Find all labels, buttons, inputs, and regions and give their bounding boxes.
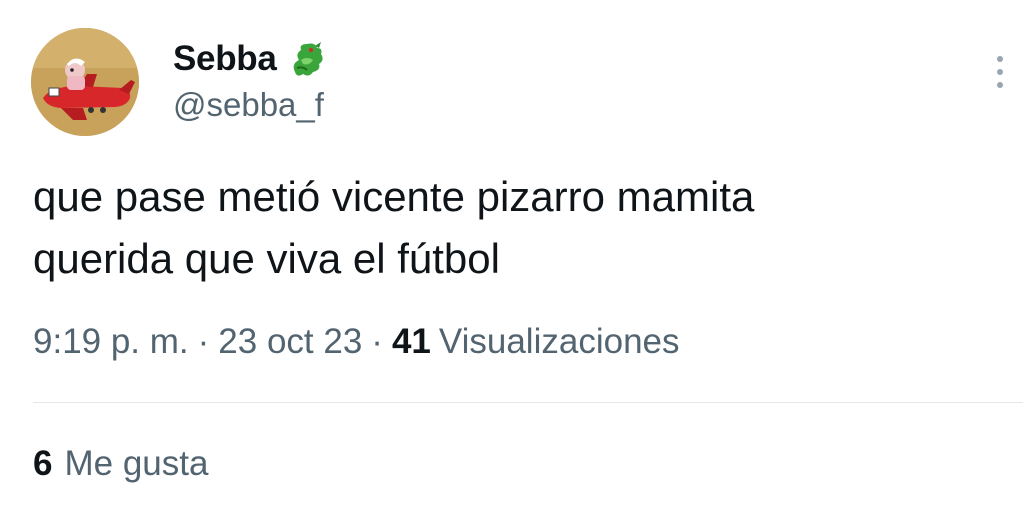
more-vertical-icon-dot	[997, 82, 1003, 88]
dragon-icon	[287, 38, 327, 80]
tweet-text: que pase metió vicente pizarro mamita qu…	[33, 173, 755, 282]
tweet-card: Sebba @sebba_f que pase metió vicente pi…	[0, 0, 1024, 512]
meta-separator: ·	[371, 322, 383, 361]
author-handle[interactable]: @sebba_f	[173, 86, 324, 124]
views-label[interactable]: Visualizaciones	[439, 322, 680, 362]
tweet-meta: 9:19 p. m. · 23 oct 23 · 41 Visualizacio…	[33, 322, 680, 362]
more-options-button[interactable]	[984, 50, 1016, 94]
meta-separator: ·	[197, 322, 210, 361]
tweet-time[interactable]: 9:19 p. m.	[33, 322, 189, 362]
avatar[interactable]	[31, 28, 139, 136]
more-vertical-icon-dot	[997, 69, 1003, 75]
likes-count[interactable]: 6	[33, 444, 52, 484]
more-vertical-icon	[997, 56, 1003, 62]
divider	[33, 402, 1023, 403]
author-name-row[interactable]: Sebba	[173, 36, 327, 82]
likes-stat[interactable]: 6 Me gusta	[33, 444, 208, 484]
avatar-image	[31, 28, 139, 136]
tweet-date[interactable]: 23 oct 23	[218, 322, 362, 362]
display-name[interactable]: Sebba	[173, 39, 277, 79]
likes-label[interactable]: Me gusta	[64, 444, 208, 484]
views-count[interactable]: 41	[392, 322, 431, 362]
